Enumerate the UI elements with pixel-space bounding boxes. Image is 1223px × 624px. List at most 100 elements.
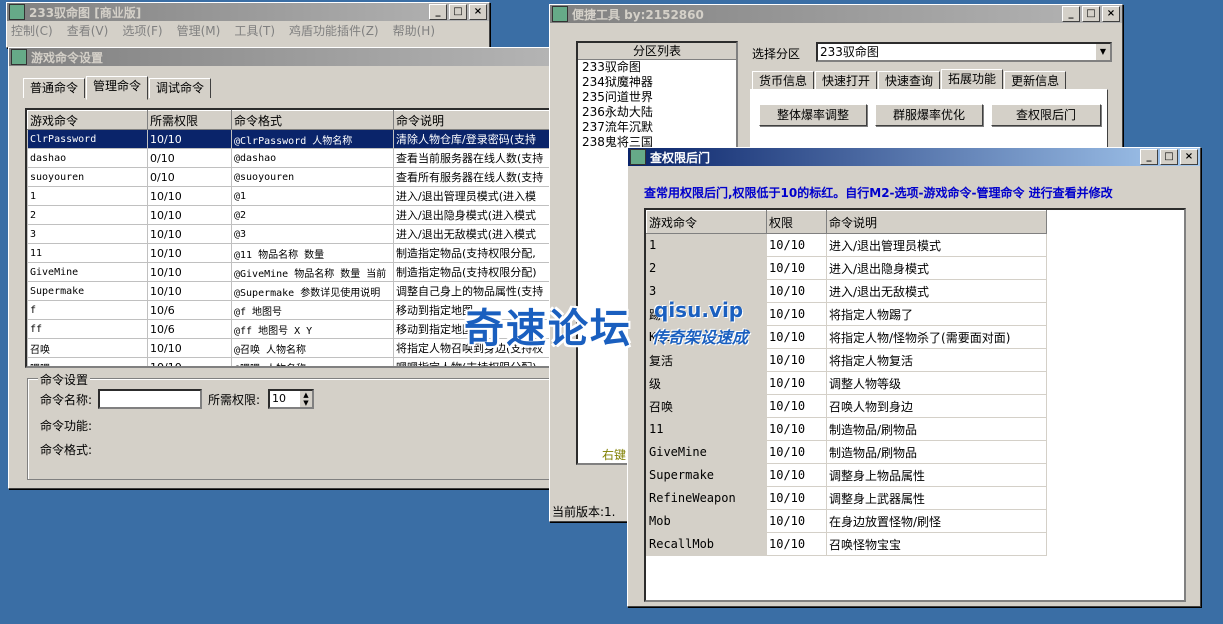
permission-table[interactable]: 游戏命令 权限 命令说明 1 10/10 进入/退出管理员模式 2 10/10 进入/退出… (644, 208, 1186, 602)
main-menubar: 控制(C) 查看(V) 选项(F) 管理(M) 工具(T) 鸡盾功能插件(Z) … (7, 21, 489, 39)
table-cell: 10/10 (766, 440, 827, 464)
check-backdoor-button[interactable]: 查权限后门 (991, 104, 1101, 126)
table-cell: @dashao (231, 148, 394, 168)
menu-tools[interactable]: 工具(T) (234, 22, 275, 39)
table-cell: 制造指定物品(支持权限分配) (393, 262, 557, 282)
table-cell: @3 (231, 224, 394, 244)
table-cell: 10/10 (147, 205, 232, 225)
table-row[interactable]: 1 10/10 进入/退出管理员模式 (646, 233, 1047, 257)
tab-admin-commands[interactable]: 管理命令 (86, 76, 149, 100)
table-cell: 查看当前服务器在线人数(支持 (393, 148, 557, 168)
table-row[interactable]: 级 10/10 调整人物等级 (646, 371, 1047, 395)
table-row[interactable]: GiveMine 10/10 @GiveMine 物品名称 数量 当前 制造指定物品(… (27, 262, 557, 282)
col-header-description[interactable]: 命令说明 (826, 210, 1047, 234)
table-cell: @召唤 人物名称 (231, 338, 394, 358)
table-cell: @ff 地图号 X Y (231, 319, 394, 339)
permission-backdoor-window: 查权限后门 _ □ × 查常用权限后门,权限低于10的标红。自行M2-选项-游戏… (627, 147, 1201, 607)
spinner-arrows-icon[interactable]: ▲ ▼ (300, 391, 312, 407)
permission-backdoor-titlebar[interactable]: 查权限后门 _ □ × (628, 148, 1200, 166)
chevron-down-icon[interactable]: ▼ (1096, 44, 1110, 60)
main-window-titlebar[interactable]: 233驭命图 [商业版] _ □ × (7, 3, 489, 21)
table-cell: 10/10 (147, 338, 232, 358)
table-cell: 清除人物仓库/登录密码(支持 (393, 129, 557, 149)
table-row[interactable]: 11 10/10 @11 物品名称 数量 制造指定物品(支持权限分配, (27, 243, 557, 263)
tab-quick-open[interactable]: 快速打开 (815, 71, 878, 91)
minimize-icon[interactable]: _ (1062, 6, 1080, 22)
menu-help[interactable]: 帮助(H) (393, 22, 435, 39)
version-label: 当前版本:1. (552, 505, 616, 519)
table-row[interactable]: 嘿嘿10/10@嘿嘿 人物名称嘿嘿指定人物(支持权限分配) (27, 357, 557, 366)
required-permission-label: 所需权限: (208, 393, 261, 407)
table-row[interactable]: RefineWeapon 10/10 调整身上武器属性 (646, 486, 1047, 510)
tool-window-title: 便捷工具 by:2152860 (572, 7, 704, 22)
list-item[interactable]: 236永劫大陆 (578, 105, 736, 120)
table-cell: 召唤怪物宝宝 (826, 532, 1047, 556)
close-icon[interactable]: × (469, 4, 487, 20)
tab-update-info[interactable]: 更新信息 (1004, 71, 1067, 91)
col-header-permission[interactable]: 所需权限 (147, 110, 232, 130)
minimize-icon[interactable]: _ (429, 4, 447, 20)
table-cell: 10/10 (766, 302, 827, 326)
table-row[interactable]: Supermake 10/10 调整身上物品属性 (646, 463, 1047, 487)
col-header-format[interactable]: 命令格式 (231, 110, 394, 130)
command-function-label: 命令功能: (40, 419, 93, 433)
list-item[interactable]: 235问道世界 (578, 90, 736, 105)
table-cell: 查看所有服务器在线人数(支持 (393, 167, 557, 187)
col-header-command[interactable]: 游戏命令 (27, 110, 148, 130)
group-droprate-button[interactable]: 群服爆率优化 (875, 104, 983, 126)
table-row[interactable]: GiveMine 10/10 制造物品/刷物品 (646, 440, 1047, 464)
col-header-description[interactable]: 命令说明 (393, 110, 557, 130)
table-row[interactable]: 召唤 10/10 召唤人物到身边 (646, 394, 1047, 418)
menu-options[interactable]: 选项(F) (122, 22, 162, 39)
table-cell: 2 (646, 256, 767, 280)
command-name-input[interactable] (98, 389, 202, 409)
tab-debug-commands[interactable]: 调试命令 (149, 78, 212, 98)
tool-window-titlebar[interactable]: 便捷工具 by:2152860 _ □ × (550, 5, 1122, 23)
table-cell: RecallMob (646, 532, 767, 556)
list-item[interactable]: 233驭命图 (578, 60, 736, 75)
command-settings-titlebar[interactable]: 游戏命令设置 (9, 48, 561, 66)
command-settings-title: 游戏命令设置 (31, 50, 104, 65)
table-cell: 10/10 (147, 224, 232, 244)
menu-manage[interactable]: 管理(M) (177, 22, 221, 39)
table-cell: 0/10 (147, 148, 232, 168)
table-row[interactable]: suoyouren 0/10 @suoyouren 查看所有服务器在线人数(支持 (27, 167, 557, 187)
maximize-icon[interactable]: □ (449, 4, 467, 20)
col-header-permission[interactable]: 权限 (766, 210, 827, 234)
table-cell: @嘿嘿 人物名称 (231, 357, 394, 366)
table-cell: @Supermake 参数详见使用说明 (231, 281, 394, 301)
table-row[interactable]: 11 10/10 制造物品/刷物品 (646, 417, 1047, 441)
table-row[interactable]: dashao 0/10 @dashao 查看当前服务器在线人数(支持 (27, 148, 557, 168)
list-item[interactable]: 234狱魔神器 (578, 75, 736, 90)
table-cell: 调整人物等级 (826, 371, 1047, 395)
table-row[interactable]: 3 10/10 @3 进入/退出无敌模式(进入模式 (27, 224, 557, 244)
table-cell: 10/10 (766, 394, 827, 418)
table-row[interactable]: 2 10/10 @2 进入/退出隐身模式(进入模式 (27, 205, 557, 225)
table-row[interactable]: 2 10/10 进入/退出隐身模式 (646, 256, 1047, 280)
table-row[interactable]: Mob 10/10 在身边放置怪物/刷怪 (646, 509, 1047, 533)
close-icon[interactable]: × (1180, 149, 1198, 165)
partition-select[interactable]: 233驭命图 ▼ (816, 42, 1112, 62)
tab-quick-query[interactable]: 快速查询 (878, 71, 941, 91)
overall-droprate-button[interactable]: 整体爆率调整 (759, 104, 867, 126)
maximize-icon[interactable]: □ (1082, 6, 1100, 22)
table-row[interactable]: 1 10/10 @1 进入/退出管理员模式(进入模 (27, 186, 557, 206)
tab-normal-commands[interactable]: 普通命令 (23, 78, 86, 98)
close-icon[interactable]: × (1102, 6, 1120, 22)
table-cell: 调整身上武器属性 (826, 486, 1047, 510)
required-permission-spinner[interactable]: 10 ▲ ▼ (268, 389, 314, 409)
menu-plugin[interactable]: 鸡盾功能插件(Z) (289, 22, 379, 39)
minimize-icon[interactable]: _ (1140, 149, 1158, 165)
tab-currency-info[interactable]: 货币信息 (752, 71, 815, 91)
table-cell: 进入/退出无敌模式(进入模式 (393, 224, 557, 244)
table-row[interactable]: ClrPassword 10/10 @ClrPassword 人物名称 清除人物仓库/… (27, 129, 557, 149)
menu-control[interactable]: 控制(C) (11, 22, 53, 39)
list-item[interactable]: 237流年沉默 (578, 120, 736, 135)
maximize-icon[interactable]: □ (1160, 149, 1178, 165)
table-cell: 召唤 (646, 394, 767, 418)
menu-view[interactable]: 查看(V) (67, 22, 109, 39)
table-cell: 在身边放置怪物/刷怪 (826, 509, 1047, 533)
table-row[interactable]: RecallMob 10/10 召唤怪物宝宝 (646, 532, 1047, 556)
table-cell: 10/10 (147, 243, 232, 263)
col-header-command[interactable]: 游戏命令 (646, 210, 767, 234)
